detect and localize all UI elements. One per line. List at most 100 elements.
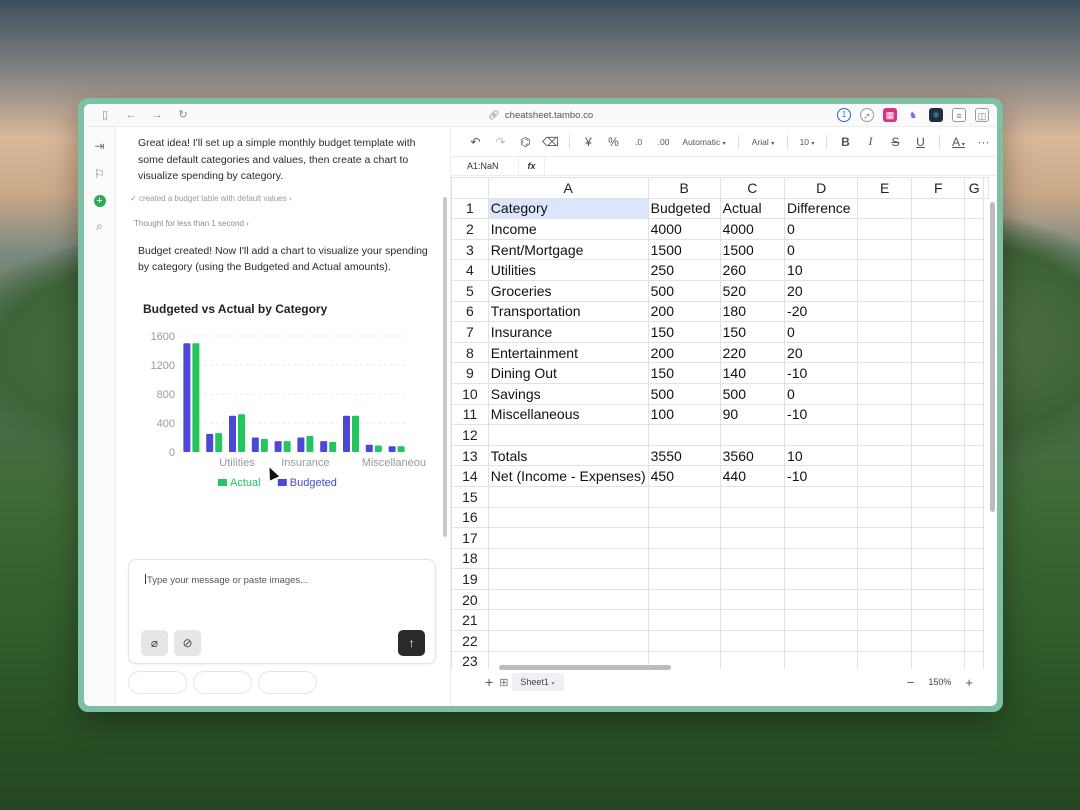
cell[interactable] (964, 527, 984, 549)
1password-icon[interactable]: 1 (837, 108, 851, 122)
cell[interactable]: Category (487, 197, 649, 220)
cell[interactable] (784, 588, 859, 611)
cell[interactable] (857, 588, 913, 611)
text-color-button[interactable]: A ▾ (946, 135, 971, 149)
cell[interactable]: Insurance (487, 321, 649, 343)
cell[interactable] (719, 568, 786, 590)
bold-button[interactable]: B (833, 135, 858, 149)
cell[interactable] (911, 218, 966, 240)
more-icon[interactable]: ··· (971, 135, 996, 149)
font-size-select[interactable]: 10 ▾ (794, 137, 820, 147)
cell[interactable] (857, 465, 913, 487)
row-header[interactable]: 12 (451, 424, 489, 446)
row-header[interactable]: 22 (451, 630, 489, 652)
cell[interactable] (719, 527, 786, 549)
cell[interactable]: 260 (719, 259, 786, 281)
row-header[interactable]: 6 (451, 300, 489, 323)
cell[interactable]: Rent/Mortgage (487, 238, 649, 261)
cell[interactable]: 140 (719, 362, 786, 384)
row-header[interactable]: 2 (451, 218, 489, 240)
cell[interactable] (911, 238, 966, 261)
attach-image-button[interactable]: ⊘ (174, 630, 201, 656)
currency-button[interactable]: ¥ (576, 135, 601, 149)
format-painter-icon[interactable]: ⌬ (513, 135, 538, 149)
cell[interactable] (911, 506, 966, 529)
cell[interactable] (784, 527, 859, 549)
cell[interactable] (647, 588, 721, 611)
new-chat-icon[interactable]: + (93, 195, 106, 207)
attach-file-button[interactable]: ⌀ (141, 630, 168, 656)
number-format-select[interactable]: Automatic ▾ (676, 137, 732, 147)
row-header[interactable]: 9 (451, 362, 489, 384)
cell[interactable] (964, 300, 984, 323)
cell[interactable] (911, 279, 966, 302)
cell[interactable] (964, 650, 984, 669)
cell[interactable]: 20 (784, 341, 859, 364)
cell[interactable] (784, 485, 859, 508)
vertical-scrollbar[interactable] (990, 202, 995, 512)
cell[interactable]: 250 (647, 259, 721, 281)
cell[interactable] (857, 279, 913, 302)
cell[interactable]: Savings (487, 382, 649, 405)
all-sheets-icon[interactable]: ⊞ (499, 676, 508, 689)
cell[interactable] (857, 650, 913, 669)
forward-icon[interactable]: → (144, 104, 170, 127)
column-header-b[interactable]: B (647, 177, 721, 199)
cell[interactable] (964, 588, 984, 611)
cell[interactable] (964, 382, 984, 405)
reader-icon[interactable]: ≡ (952, 108, 966, 122)
row-header[interactable]: 10 (451, 382, 489, 405)
row-header[interactable]: 18 (451, 547, 489, 570)
row-header[interactable]: 19 (451, 568, 489, 590)
cell[interactable] (647, 568, 721, 590)
cell[interactable] (857, 382, 913, 405)
cell[interactable] (964, 341, 984, 364)
cell[interactable] (964, 568, 984, 590)
cell[interactable]: 0 (784, 218, 859, 240)
tool-call-status[interactable]: ✓ created a budget table with default va… (130, 194, 436, 203)
cell[interactable] (857, 506, 913, 529)
row-header[interactable]: 3 (451, 238, 489, 261)
compass-icon[interactable]: ➚ (860, 108, 874, 122)
cell[interactable] (964, 630, 984, 652)
cell[interactable] (487, 485, 649, 508)
cell[interactable] (964, 547, 984, 570)
cell[interactable] (857, 321, 913, 343)
cell[interactable] (911, 444, 966, 467)
cell[interactable]: -10 (784, 362, 859, 384)
zoom-out-icon[interactable]: − (907, 675, 915, 690)
italic-button[interactable]: I (858, 134, 883, 149)
cell[interactable] (911, 630, 966, 652)
cell[interactable] (911, 382, 966, 405)
cell[interactable] (964, 485, 984, 508)
back-icon[interactable]: ← (118, 104, 144, 127)
cell[interactable]: 180 (719, 300, 786, 323)
cell[interactable]: Income (487, 218, 649, 240)
cell[interactable]: 1500 (719, 238, 786, 261)
cell[interactable] (487, 609, 649, 632)
message-input[interactable]: Type your message or paste images... (145, 574, 308, 586)
cell[interactable]: -10 (784, 465, 859, 487)
percent-button[interactable]: % (601, 135, 626, 149)
cell[interactable] (784, 547, 859, 570)
column-header-e[interactable]: E (857, 177, 913, 199)
suggestion-chip[interactable] (258, 671, 317, 694)
column-header-f[interactable]: F (911, 177, 966, 199)
row-header[interactable]: 5 (451, 279, 489, 302)
cell[interactable]: 440 (719, 465, 786, 487)
grid-extension-icon[interactable]: ▦ (883, 108, 897, 122)
cell[interactable] (911, 300, 966, 323)
cell[interactable] (964, 218, 984, 240)
cell[interactable] (857, 197, 913, 220)
thought-status[interactable]: Thought for less than 1 second › (134, 219, 436, 228)
cell[interactable] (964, 197, 984, 220)
row-header[interactable]: 13 (451, 444, 489, 467)
row-header[interactable]: 21 (451, 609, 489, 632)
send-button[interactable]: ↑ (398, 630, 425, 656)
cell[interactable] (964, 259, 984, 281)
cell[interactable] (911, 465, 966, 487)
font-select[interactable]: Arial ▾ (745, 137, 781, 147)
redo-icon[interactable]: ↷ (488, 135, 513, 149)
cell[interactable]: 520 (719, 279, 786, 302)
cell[interactable] (857, 547, 913, 570)
